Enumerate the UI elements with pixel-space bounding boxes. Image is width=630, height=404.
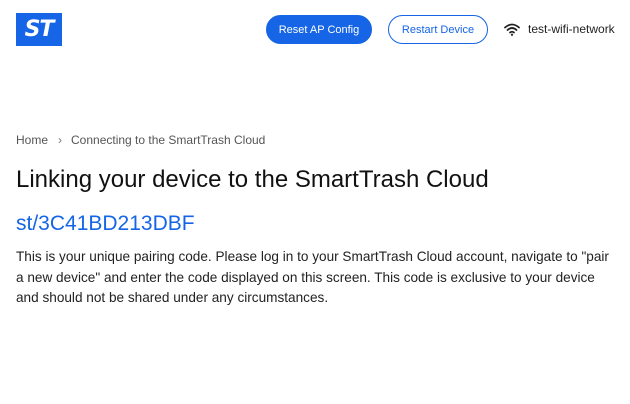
wifi-icon xyxy=(504,23,520,36)
network-name: test-wifi-network xyxy=(528,22,615,36)
breadcrumb-current: Connecting to the SmartTrash Cloud xyxy=(71,133,266,147)
page: ST Reset AP Config Restart Device test-w… xyxy=(0,0,630,404)
pairing-code: st/3C41BD213DBF xyxy=(16,212,195,235)
breadcrumb: Home › Connecting to the SmartTrash Clou… xyxy=(16,131,265,149)
page-title: Linking your device to the SmartTrash Cl… xyxy=(16,166,489,193)
chevron-right-icon: › xyxy=(58,133,63,147)
breadcrumb-home-link[interactable]: Home xyxy=(16,133,48,147)
smarttrash-logo: ST xyxy=(16,13,62,46)
pairing-instructions: This is your unique pairing code. Please… xyxy=(16,249,609,305)
restart-device-button[interactable]: Restart Device xyxy=(388,15,488,44)
network-status: test-wifi-network xyxy=(504,20,615,38)
top-bar: ST Reset AP Config Restart Device test-w… xyxy=(0,0,630,60)
reset-ap-config-button[interactable]: Reset AP Config xyxy=(266,15,372,44)
